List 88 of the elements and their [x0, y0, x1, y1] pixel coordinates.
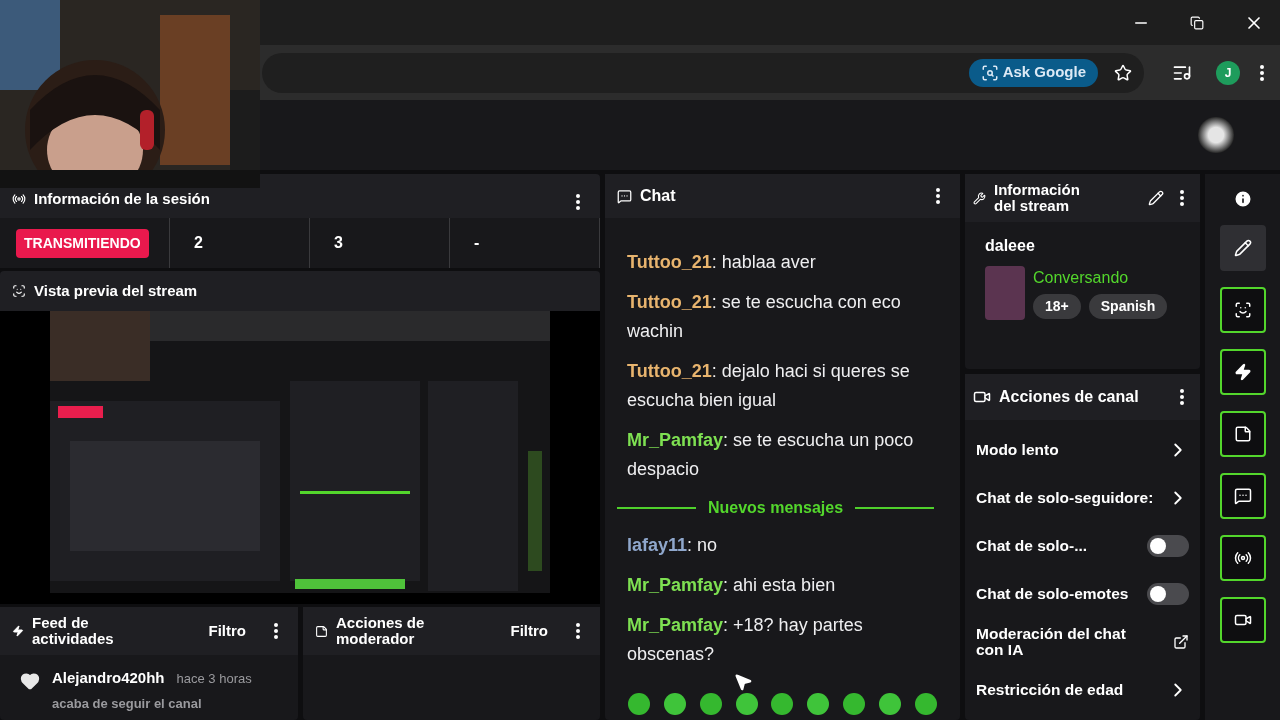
- filter-button[interactable]: Filtro: [510, 619, 548, 643]
- more-options-icon[interactable]: [936, 188, 940, 204]
- channel-action-label: Chat de solo-emotes: [976, 586, 1129, 602]
- new-messages-divider: Nuevos mensajes: [707, 498, 844, 518]
- lens-icon: [980, 63, 999, 82]
- category-thumbnail: [985, 266, 1025, 320]
- chat-message: Mr_Pamfay: ahi esta bien: [627, 574, 837, 597]
- channel-action-item[interactable]: Modo lento: [965, 426, 1200, 474]
- tag[interactable]: Spanish: [1088, 294, 1168, 319]
- ask-google-button[interactable]: Ask Google: [968, 58, 1098, 87]
- more-options-icon[interactable]: [1180, 190, 1184, 206]
- activity-time: hace 3 horas: [176, 670, 252, 688]
- stream-title: daleee: [985, 237, 1035, 254]
- lightning-icon: [1233, 363, 1252, 381]
- channel-action-item[interactable]: Moderación del chat con IA: [965, 618, 1200, 666]
- panel-title: Vista previa del stream: [34, 280, 198, 301]
- emote-icon[interactable]: [625, 690, 652, 716]
- profile-avatar[interactable]: J: [1216, 60, 1240, 85]
- more-options-icon[interactable]: [576, 623, 580, 639]
- quick-action-button[interactable]: [1219, 535, 1266, 581]
- panel-title: Chat: [640, 186, 676, 206]
- info-icon: [1232, 189, 1253, 209]
- emote-icon[interactable]: [877, 690, 904, 716]
- channel-action-item[interactable]: Chat de solo-...: [965, 522, 1200, 570]
- session-stat: 2: [194, 233, 203, 253]
- pencil-icon: [1233, 239, 1252, 257]
- chat-message: Tuttoo_21: se te escucha con eco wachin: [627, 291, 902, 343]
- broadcast-icon: [12, 191, 26, 206]
- panel-title: Información de la sesión: [34, 188, 210, 209]
- channel-action-label: Restricción de edad: [976, 682, 1124, 698]
- emote-icon[interactable]: [733, 690, 760, 716]
- quick-action-button[interactable]: [1219, 287, 1266, 333]
- panel-title: Información del stream: [994, 182, 1081, 214]
- mouse-pointer-icon: [733, 672, 753, 692]
- external-link-icon: [1173, 634, 1189, 650]
- category-link[interactable]: Conversando: [1033, 266, 1168, 290]
- notes-icon: [1233, 425, 1252, 443]
- heart-icon: [20, 671, 40, 691]
- channel-action-item[interactable]: Chat de solo-emotes: [965, 570, 1200, 618]
- session-stat: 3: [334, 233, 343, 253]
- chat-icon: [1233, 487, 1252, 505]
- chat-message: Tuttoo_21: hablaa aver: [627, 251, 817, 274]
- channel-action-item[interactable]: Restricción de edad: [965, 666, 1200, 714]
- activity-user: Alejandro420hh: [52, 668, 165, 688]
- more-options-icon[interactable]: [1180, 389, 1184, 405]
- filter-button[interactable]: Filtro: [208, 619, 246, 643]
- quick-action-button[interactable]: [1219, 349, 1266, 395]
- user-avatar[interactable]: [1198, 117, 1234, 153]
- panel-title: Acciones de canal: [999, 387, 1139, 407]
- tag[interactable]: 18+: [1033, 294, 1081, 319]
- channel-action-label: Chat de solo-...: [976, 538, 1088, 554]
- restore-icon[interactable]: [1190, 15, 1204, 30]
- broadcast-icon: [1233, 549, 1252, 567]
- toggle-switch[interactable]: [1147, 535, 1189, 557]
- channel-action-label: Modo lento: [976, 442, 1059, 458]
- browser-menu-icon[interactable]: [1260, 64, 1264, 81]
- chat-message: Mr_Pamfay: se te escucha un poco despacio: [627, 429, 915, 481]
- channel-action-item[interactable]: Chat de solo-seguidore:: [965, 474, 1200, 522]
- toggle-switch[interactable]: [1147, 583, 1189, 605]
- live-status-badge: TRANSMITIENDO: [16, 228, 149, 258]
- session-stat: -: [474, 233, 480, 253]
- more-options-icon[interactable]: [576, 194, 580, 210]
- quick-action-button[interactable]: [1219, 473, 1266, 519]
- activity-description: acaba de seguir el canal: [52, 694, 203, 713]
- chat-message: Tuttoo_21: dejalo haci si queres se escucha bien igual: [627, 360, 911, 412]
- emote-icon[interactable]: [697, 690, 724, 716]
- channel-action-label: Chat de solo-seguidore:: [976, 490, 1154, 506]
- panel-title: Acciones de moderador: [336, 615, 426, 647]
- quick-action-button[interactable]: [1219, 411, 1266, 457]
- pencil-icon: [1148, 190, 1164, 206]
- address-bar[interactable]: Ask Google: [262, 52, 1144, 93]
- chat-message: Mr_Pamfay: +18? hay partes obscenas?: [627, 614, 864, 666]
- chat-icon: [617, 188, 632, 204]
- emote-icon[interactable]: [661, 690, 688, 716]
- chat-message: lafay11: no: [627, 534, 719, 557]
- wrench-icon: [973, 191, 986, 205]
- emote-icon[interactable]: [805, 690, 832, 716]
- lightning-icon: [12, 625, 24, 637]
- emote-icon[interactable]: [841, 690, 868, 716]
- quick-action-button[interactable]: [1219, 225, 1266, 271]
- quick-action-button[interactable]: [1219, 597, 1266, 643]
- bookmark-star-icon: [1114, 63, 1132, 82]
- emote-icon[interactable]: [769, 690, 796, 716]
- channel-action-label: Moderación del chat con IA: [976, 626, 1127, 658]
- notes-icon: [315, 624, 328, 638]
- emote-icon[interactable]: [912, 690, 939, 716]
- more-options-icon[interactable]: [274, 623, 278, 639]
- panel-title: Feed de actividades: [32, 615, 115, 647]
